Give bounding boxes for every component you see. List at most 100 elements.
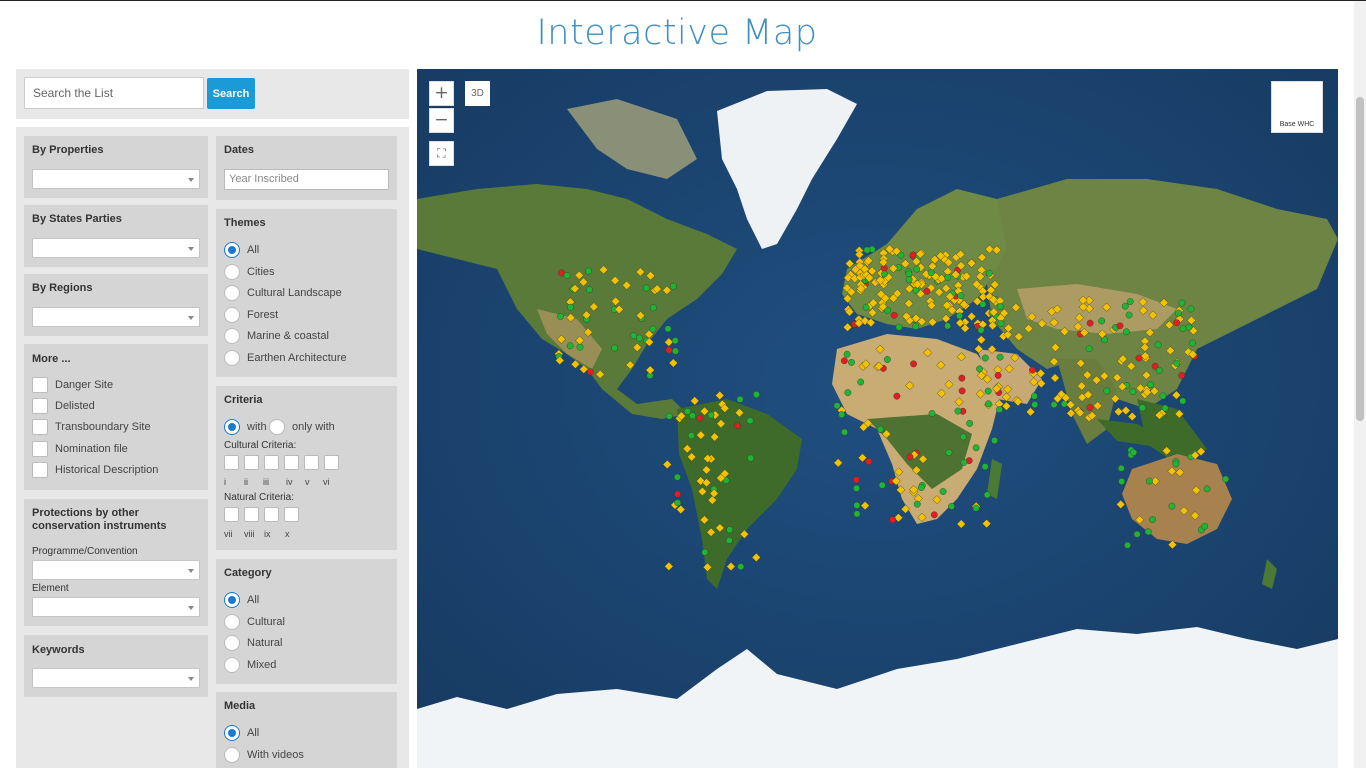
site-marker[interactable] — [1147, 381, 1154, 388]
site-marker[interactable] — [948, 502, 955, 510]
element-select[interactable] — [32, 597, 200, 617]
site-marker[interactable] — [1129, 388, 1137, 396]
site-marker[interactable] — [736, 395, 744, 403]
scrollbar-thumb[interactable] — [1356, 97, 1364, 421]
radio[interactable] — [224, 285, 240, 301]
criterion-vi-checkbox[interactable] — [324, 455, 339, 470]
site-marker[interactable] — [833, 402, 841, 410]
criterion-v-checkbox[interactable] — [304, 455, 319, 470]
site-marker[interactable] — [1144, 528, 1152, 536]
site-marker[interactable] — [893, 392, 901, 400]
site-marker[interactable] — [1178, 299, 1186, 307]
site-marker[interactable] — [696, 414, 704, 422]
criterion-i-checkbox[interactable] — [224, 455, 239, 470]
site-marker[interactable] — [1126, 298, 1134, 305]
site-marker[interactable] — [1086, 404, 1094, 411]
site-marker[interactable] — [956, 312, 963, 320]
site-marker[interactable] — [912, 322, 920, 330]
checkbox[interactable] — [32, 377, 48, 393]
site-marker[interactable] — [958, 374, 966, 382]
site-marker[interactable] — [1103, 387, 1111, 395]
site-marker[interactable] — [563, 272, 571, 279]
site-marker[interactable] — [1130, 448, 1138, 456]
site-marker[interactable] — [1149, 516, 1156, 523]
checkbox[interactable] — [32, 441, 48, 457]
site-marker[interactable] — [737, 563, 745, 571]
site-marker[interactable] — [630, 332, 638, 340]
site-marker[interactable] — [1031, 401, 1039, 409]
site-marker[interactable] — [966, 420, 974, 427]
site-marker[interactable] — [852, 476, 860, 484]
site-marker[interactable] — [865, 458, 873, 466]
fullscreen-button[interactable]: ⛶ — [429, 141, 454, 166]
site-marker[interactable] — [567, 303, 574, 311]
site-marker[interactable] — [1124, 541, 1131, 549]
site-marker[interactable] — [674, 490, 681, 498]
site-marker[interactable] — [838, 411, 846, 418]
site-marker[interactable] — [1029, 366, 1036, 374]
site-marker[interactable] — [981, 463, 989, 471]
site-marker[interactable] — [878, 481, 886, 489]
site-marker[interactable] — [905, 276, 913, 284]
radio[interactable] — [224, 419, 240, 435]
site-marker[interactable] — [611, 344, 618, 352]
radio[interactable] — [224, 350, 240, 366]
by-properties-select[interactable] — [32, 169, 200, 189]
site-marker[interactable] — [669, 282, 677, 290]
site-marker[interactable] — [726, 526, 734, 534]
site-marker[interactable] — [917, 484, 925, 491]
criterion-ix-checkbox[interactable] — [264, 507, 279, 522]
site-marker[interactable] — [671, 337, 679, 345]
site-marker[interactable] — [1179, 325, 1187, 333]
criterion-ii-checkbox[interactable] — [244, 455, 259, 470]
site-marker[interactable] — [884, 356, 891, 363]
site-marker[interactable] — [972, 444, 980, 452]
site-marker[interactable] — [981, 354, 989, 362]
site-marker[interactable] — [972, 504, 980, 512]
criterion-x-checkbox[interactable] — [284, 507, 299, 522]
site-marker[interactable] — [985, 269, 993, 277]
site-marker[interactable] — [747, 454, 755, 462]
site-marker[interactable] — [927, 269, 935, 277]
site-marker[interactable] — [957, 292, 965, 300]
site-marker[interactable] — [909, 251, 917, 259]
site-marker[interactable] — [585, 267, 592, 275]
site-marker[interactable] — [1085, 345, 1093, 353]
criterion-vii-checkbox[interactable] — [224, 507, 239, 522]
site-marker[interactable] — [1145, 477, 1153, 485]
site-marker[interactable] — [576, 343, 584, 351]
year-inscribed-input[interactable]: Year Inscribed — [224, 169, 389, 190]
site-marker[interactable] — [665, 412, 673, 420]
site-marker[interactable] — [1121, 302, 1129, 310]
site-marker[interactable] — [1172, 460, 1180, 468]
site-marker[interactable] — [844, 389, 852, 397]
site-marker[interactable] — [557, 313, 564, 320]
site-marker[interactable] — [890, 311, 898, 319]
site-marker[interactable] — [688, 432, 695, 440]
radio[interactable] — [224, 592, 240, 608]
checkbox[interactable] — [32, 398, 48, 414]
by-states-parties-select[interactable] — [32, 238, 200, 258]
page-scrollbar[interactable] — [1354, 1, 1366, 768]
site-marker[interactable] — [983, 491, 991, 499]
site-marker[interactable] — [642, 284, 650, 292]
search-button[interactable]: Search — [207, 78, 255, 109]
site-marker[interactable] — [930, 511, 938, 519]
site-marker[interactable] — [1125, 311, 1133, 319]
site-marker[interactable] — [862, 303, 870, 311]
site-marker[interactable] — [674, 499, 682, 507]
site-marker[interactable] — [586, 368, 594, 376]
site-marker[interactable] — [672, 347, 679, 355]
criterion-iii-checkbox[interactable] — [264, 455, 279, 470]
site-marker[interactable] — [977, 326, 985, 334]
criterion-iv-checkbox[interactable] — [284, 455, 299, 470]
by-regions-select[interactable] — [32, 307, 200, 327]
site-marker[interactable] — [960, 459, 968, 466]
site-marker[interactable] — [1188, 339, 1196, 347]
site-marker[interactable] — [913, 500, 921, 508]
site-marker[interactable] — [1118, 478, 1126, 485]
site-marker[interactable] — [881, 270, 888, 278]
programme-select[interactable] — [32, 560, 200, 580]
site-marker[interactable] — [649, 325, 657, 333]
criterion-viii-checkbox[interactable] — [244, 507, 259, 522]
